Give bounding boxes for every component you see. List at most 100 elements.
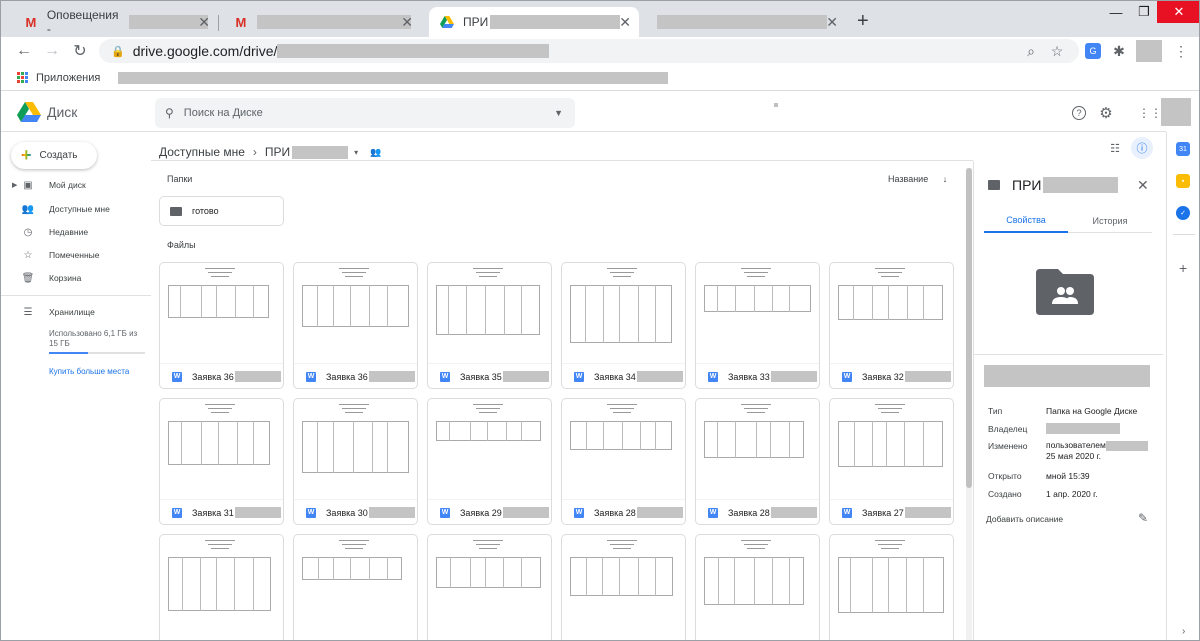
chevron-right-icon: ›	[252, 145, 257, 159]
tab-gmail-2[interactable]: M ✕	[223, 7, 421, 37]
help-icon[interactable]: ?	[1072, 106, 1086, 120]
tab-drive[interactable]: ПРИ ✕	[429, 7, 639, 37]
new-tab-button[interactable]: +	[857, 10, 869, 33]
translate-icon[interactable]: G	[1085, 43, 1101, 59]
search-icon[interactable]: ⚲	[165, 106, 174, 120]
profile-avatar[interactable]	[1136, 40, 1162, 62]
nav-shared[interactable]: 👥 Доступные мне	[1, 199, 151, 219]
extensions-icon[interactable]: ✱	[1109, 41, 1129, 61]
nav-trash[interactable]: 🗑 Корзина	[1, 268, 151, 288]
file-card[interactable]: W Заявка 27	[829, 398, 954, 525]
file-card[interactable]	[427, 534, 552, 640]
file-card[interactable]: W Заявка 36	[159, 262, 284, 389]
file-card[interactable]: W Заявка 28	[695, 398, 820, 525]
file-card[interactable]	[695, 534, 820, 640]
file-card[interactable]: W Заявка 33	[695, 262, 820, 389]
file-card[interactable]: W Заявка 34	[561, 262, 686, 389]
file-card[interactable]	[159, 534, 284, 640]
prop-modified-label: Изменено	[988, 441, 1028, 451]
forward-button[interactable]: →	[41, 40, 63, 62]
back-button[interactable]: ←	[13, 40, 35, 62]
tasks-icon[interactable]: ✓	[1176, 206, 1190, 220]
minimize-button[interactable]: —	[1101, 1, 1131, 23]
star-icon: ☆	[23, 249, 33, 261]
account-avatar[interactable]	[1161, 98, 1191, 126]
tab-4[interactable]: ✕	[641, 7, 846, 37]
create-button[interactable]: + Создать	[11, 142, 97, 169]
breadcrumb-current[interactable]: ПРИ	[265, 145, 290, 159]
file-caption: W Заявка 29	[428, 499, 551, 524]
edit-pencil-icon[interactable]: ✎	[1138, 511, 1148, 525]
file-card[interactable]: W Заявка 35	[427, 262, 552, 389]
details-panel: ПРИ ✕ Свойства История Тип Папка на Goog…	[973, 161, 1163, 640]
expand-arrow-icon[interactable]: ▶	[12, 181, 17, 189]
file-card[interactable]	[561, 534, 686, 640]
redacted-text	[502, 507, 549, 518]
menu-icon[interactable]: ⋮	[1171, 41, 1191, 61]
settings-gear-icon[interactable]: ⚙	[1097, 104, 1115, 122]
folder-item[interactable]: готово	[159, 196, 284, 226]
storage-icon: ☰	[23, 306, 33, 318]
file-card[interactable]	[829, 534, 954, 640]
word-doc-icon: W	[708, 507, 718, 518]
nav-starred[interactable]: ☆ Помеченные	[1, 245, 151, 265]
nav-my-drive[interactable]: ▶ ▣ Мой диск	[1, 175, 151, 195]
calendar-icon[interactable]: 31	[1176, 142, 1190, 156]
address-bar[interactable]: 🔒 drive.google.com/drive/	[99, 39, 1079, 63]
bookmark-star-icon[interactable]: ☆	[1047, 41, 1067, 61]
breadcrumb-shared[interactable]: Доступные мне	[159, 145, 245, 159]
close-window-button[interactable]: ✕	[1157, 1, 1199, 23]
sort-label: Название	[888, 174, 929, 184]
close-tab-icon[interactable]: ✕	[826, 14, 838, 31]
scrollbar-thumb[interactable]	[966, 168, 972, 488]
close-details-icon[interactable]: ✕	[1137, 177, 1149, 194]
list-view-icon[interactable]: ☷	[1106, 139, 1124, 157]
file-card[interactable]: W Заявка 32	[829, 262, 954, 389]
sort-by-name[interactable]: Название ↓	[888, 174, 947, 184]
storage-bar	[49, 352, 145, 354]
apps-icon[interactable]	[17, 72, 28, 83]
keep-icon[interactable]: ▪	[1176, 174, 1190, 188]
file-card[interactable]	[293, 534, 418, 640]
tab-gmail-notifications[interactable]: M Оповещения - ✕	[13, 7, 219, 37]
shared-people-icon[interactable]: 👥	[370, 147, 381, 158]
zoom-icon[interactable]: ⌕	[1021, 41, 1041, 61]
file-caption: W Заявка 28	[696, 499, 819, 524]
file-card[interactable]: W Заявка 28	[561, 398, 686, 525]
search-input[interactable]: ⚲ Поиск на Диске ▼	[155, 98, 575, 128]
file-card[interactable]: W Заявка 31	[159, 398, 284, 525]
google-apps-icon[interactable]: ⋮⋮	[1138, 104, 1162, 122]
drive-title[interactable]: Диск	[47, 104, 77, 120]
tab-history[interactable]: История	[1068, 209, 1152, 233]
restore-button[interactable]: ❐	[1129, 1, 1159, 23]
nav-storage[interactable]: ☰ Хранилище	[1, 302, 151, 322]
close-tab-icon[interactable]: ✕	[198, 14, 210, 31]
dropdown-arrow-icon[interactable]: ▾	[354, 148, 358, 157]
buy-storage-link[interactable]: Купить больше места	[49, 367, 129, 376]
add-description-link[interactable]: Добавить описание	[986, 514, 1063, 524]
side-apps-panel: 31 ▪ ✓ + ›	[1166, 132, 1199, 640]
collapse-panel-icon[interactable]: ›	[1182, 626, 1185, 637]
tab-properties[interactable]: Свойства	[984, 209, 1068, 233]
close-tab-icon[interactable]: ✕	[619, 14, 631, 31]
word-doc-icon: W	[842, 371, 852, 382]
sort-direction-icon[interactable]: ↓	[943, 174, 948, 184]
apps-bookmark[interactable]: Приложения	[36, 72, 100, 84]
search-options-icon[interactable]: ▼	[554, 108, 563, 118]
details-tabs: Свойства История	[984, 209, 1152, 233]
file-card[interactable]: W Заявка 36	[293, 262, 418, 389]
reload-button[interactable]: ↻	[69, 40, 91, 62]
file-caption: W Заявка 36	[160, 363, 283, 388]
file-card[interactable]: W Заявка 30	[293, 398, 418, 525]
nav-recent[interactable]: ◷ Недавние	[1, 222, 151, 242]
word-doc-icon: W	[440, 507, 450, 518]
redacted-text	[770, 371, 817, 382]
scrollbar[interactable]	[966, 168, 972, 640]
drive-logo-icon[interactable]	[17, 102, 41, 122]
add-addon-icon[interactable]: +	[1179, 260, 1187, 276]
info-icon[interactable]: ⓘ	[1131, 137, 1153, 159]
redacted-text	[128, 15, 208, 29]
file-card[interactable]: W Заявка 29	[427, 398, 552, 525]
close-tab-icon[interactable]: ✕	[401, 14, 413, 31]
word-doc-icon: W	[842, 507, 852, 518]
